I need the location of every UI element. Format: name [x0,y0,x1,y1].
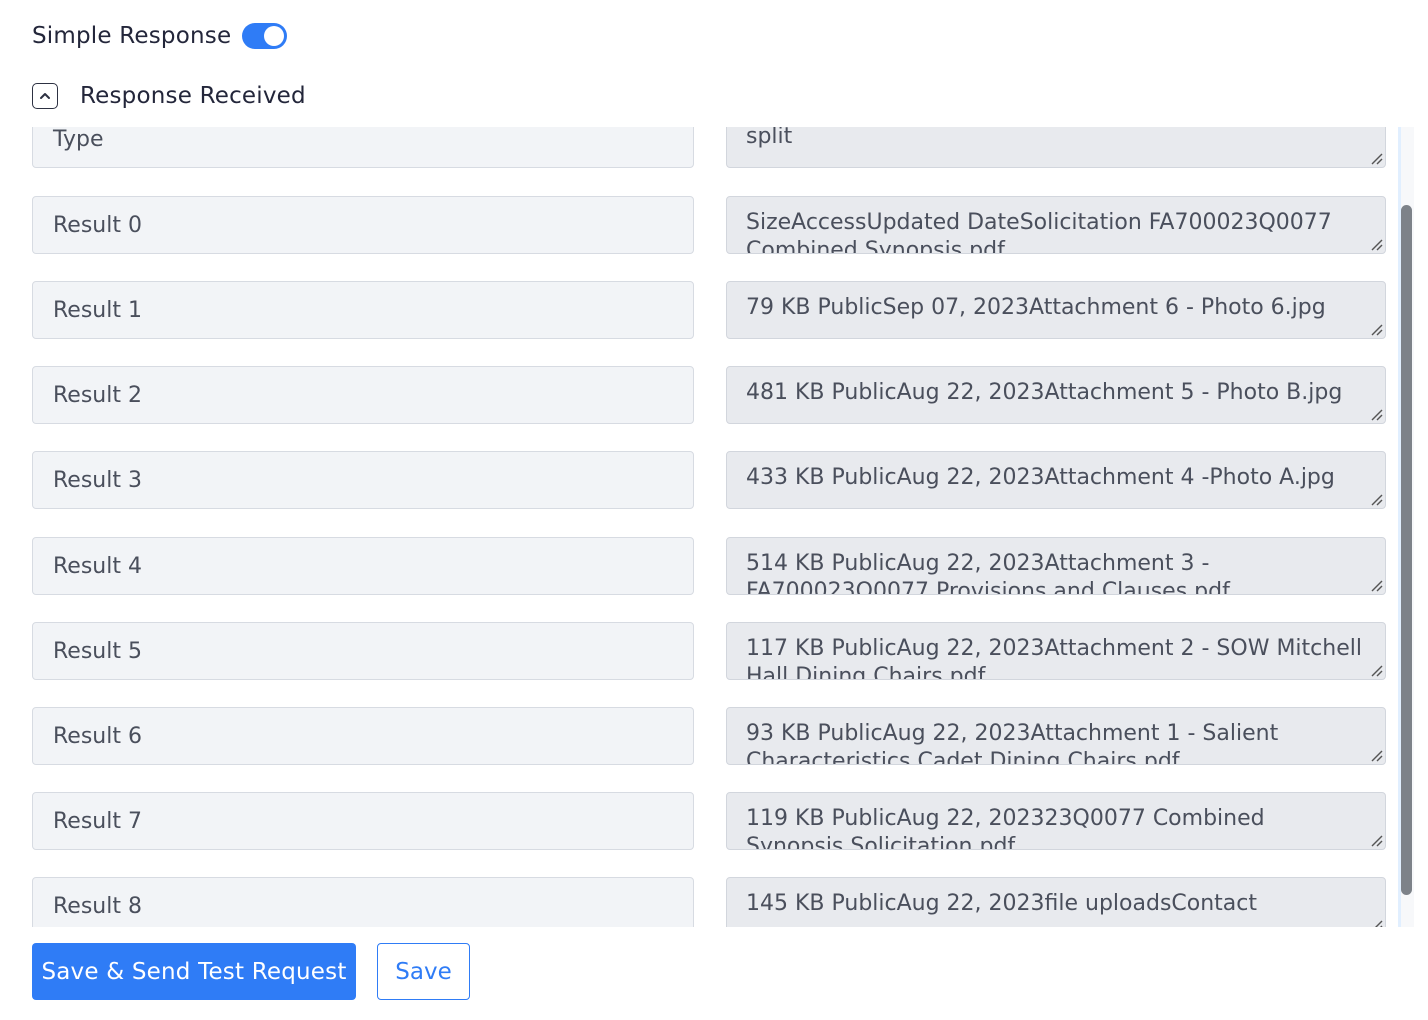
resize-handle-icon[interactable] [1369,492,1383,506]
field-value-textarea[interactable]: 145 KB PublicAug 22, 2023file uploadsCon… [726,877,1386,927]
resize-handle-icon[interactable] [1369,322,1383,336]
field-value-text: 145 KB PublicAug 22, 2023file uploadsCon… [746,891,1258,916]
field-value-textarea[interactable]: SizeAccessUpdated DateSolicitation FA700… [726,196,1386,254]
response-fields-list[interactable]: Type split Result 0 SizeAccessUpdated Da… [0,127,1428,927]
field-key-input[interactable]: Result 8 [32,877,694,927]
field-value-text: 481 KB PublicAug 22, 2023Attachment 5 - … [746,380,1343,405]
field-value-text: 79 KB PublicSep 07, 2023Attachment 6 - P… [746,295,1326,320]
response-field-row: Result 0 SizeAccessUpdated DateSolicitat… [32,196,1386,254]
field-value-textarea[interactable]: 514 KB PublicAug 22, 2023Attachment 3 - … [726,537,1386,595]
response-field-row: Type split [32,127,1386,168]
field-value-textarea[interactable]: split [726,127,1386,168]
field-value-textarea[interactable]: 93 KB PublicAug 22, 2023Attachment 1 - S… [726,707,1386,765]
save-and-send-test-request-button[interactable]: Save & Send Test Request [32,943,356,1000]
resize-handle-icon[interactable] [1369,237,1383,251]
field-value-text: 433 KB PublicAug 22, 2023Attachment 4 -P… [746,465,1335,490]
field-value-textarea[interactable]: 79 KB PublicSep 07, 2023Attachment 6 - P… [726,281,1386,339]
field-value-text: SizeAccessUpdated DateSolicitation FA700… [746,210,1332,254]
response-field-row: Result 5 117 KB PublicAug 22, 2023Attach… [32,622,1386,680]
field-key-input[interactable]: Result 6 [32,707,694,765]
scrollbar-thumb[interactable] [1401,205,1412,895]
response-settings-panel: Simple Response Response Received Type s… [0,0,1428,1020]
field-value-text: 117 KB PublicAug 22, 2023Attachment 2 - … [746,636,1362,680]
field-key-input[interactable]: Type [32,127,694,168]
resize-handle-icon[interactable] [1369,918,1383,927]
response-field-row: Result 1 79 KB PublicSep 07, 2023Attachm… [32,281,1386,339]
field-key-input[interactable]: Result 0 [32,196,694,254]
field-key-input[interactable]: Result 5 [32,622,694,680]
chevron-up-icon[interactable] [32,83,58,109]
resize-handle-icon[interactable] [1369,748,1383,762]
field-value-text: 119 KB PublicAug 22, 202323Q0077 Combine… [746,806,1265,850]
toggle-knob [264,26,284,46]
response-field-row: Result 4 514 KB PublicAug 22, 2023Attach… [32,537,1386,595]
field-key-input[interactable]: Result 4 [32,537,694,595]
field-value-textarea[interactable]: 433 KB PublicAug 22, 2023Attachment 4 -P… [726,451,1386,509]
response-received-header: Response Received [32,80,306,112]
resize-handle-icon[interactable] [1369,578,1383,592]
field-key-input[interactable]: Result 1 [32,281,694,339]
response-field-row: Result 3 433 KB PublicAug 22, 2023Attach… [32,451,1386,509]
field-value-textarea[interactable]: 119 KB PublicAug 22, 202323Q0077 Combine… [726,792,1386,850]
simple-response-row: Simple Response [32,18,287,54]
resize-handle-icon[interactable] [1369,663,1383,677]
resize-handle-icon[interactable] [1369,151,1383,165]
field-value-text: 514 KB PublicAug 22, 2023Attachment 3 - … [746,551,1230,595]
response-field-row: Result 6 93 KB PublicAug 22, 2023Attachm… [32,707,1386,765]
response-received-title: Response Received [80,83,306,109]
simple-response-toggle[interactable] [242,23,287,49]
field-key-input[interactable]: Result 7 [32,792,694,850]
simple-response-label: Simple Response [32,23,232,49]
field-key-input[interactable]: Result 3 [32,451,694,509]
resize-handle-icon[interactable] [1369,407,1383,421]
response-field-row: Result 8 145 KB PublicAug 22, 2023file u… [32,877,1386,927]
field-value-textarea[interactable]: 481 KB PublicAug 22, 2023Attachment 5 - … [726,366,1386,424]
field-value-text: split [746,127,793,149]
response-field-row: Result 2 481 KB PublicAug 22, 2023Attach… [32,366,1386,424]
field-value-text: 93 KB PublicAug 22, 2023Attachment 1 - S… [746,721,1279,765]
resize-handle-icon[interactable] [1369,833,1383,847]
save-button[interactable]: Save [377,943,470,1000]
field-key-input[interactable]: Result 2 [32,366,694,424]
field-value-textarea[interactable]: 117 KB PublicAug 22, 2023Attachment 2 - … [726,622,1386,680]
response-field-row: Result 7 119 KB PublicAug 22, 202323Q007… [32,792,1386,850]
